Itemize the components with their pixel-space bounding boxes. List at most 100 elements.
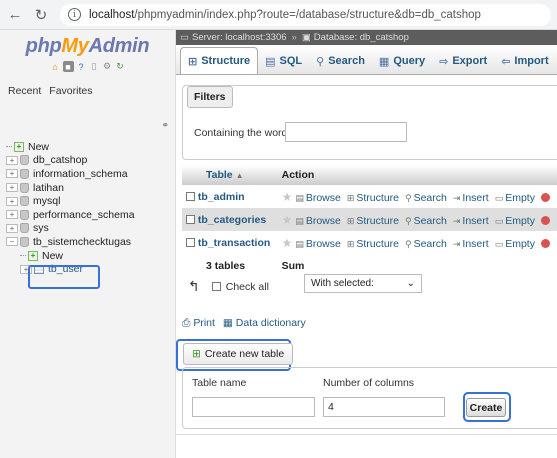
table-name-link[interactable]: tb_transaction (198, 237, 270, 249)
tab-structure[interactable]: ⊞ Structure (180, 47, 259, 74)
row-checkbox[interactable] (186, 192, 195, 202)
url-path: /phpmyadmin/index.php?route=/database/st… (134, 8, 481, 21)
tree-item[interactable]: + New (6, 249, 135, 263)
breadcrumb-separator: » (291, 32, 297, 43)
expand-icon[interactable]: + (6, 210, 18, 220)
drop-icon[interactable] (540, 239, 550, 249)
recent-favorites-tabs: Recent Favorites (6, 84, 175, 98)
filter-input[interactable] (285, 122, 407, 142)
link-with-main-icon[interactable]: ⚭ (161, 120, 169, 131)
tab-import[interactable]: ⇦ Import (494, 48, 555, 74)
drop-icon[interactable] (540, 193, 550, 203)
tree-item[interactable]: + mysql (6, 194, 135, 208)
action-search[interactable]: ⚲ Search (405, 215, 447, 227)
reload-nav-icon[interactable]: ↻ (115, 61, 126, 72)
print-link[interactable]: ⎙ Print (182, 317, 215, 330)
num-columns-input[interactable]: 4 (323, 397, 445, 417)
database-icon (20, 168, 29, 179)
tab-query[interactable]: ▦ Query (372, 48, 432, 74)
tree-item-label: performance_schema (33, 208, 135, 221)
tree-item[interactable]: + latihan (6, 181, 135, 195)
favorites-tab[interactable]: Favorites (47, 84, 94, 98)
favorite-star-icon[interactable]: ★ (282, 236, 293, 250)
action-icon: ▭ (494, 215, 504, 226)
back-arrow-icon[interactable]: ← (4, 4, 26, 26)
with-selected-dropdown[interactable]: With selected: ⌄ (304, 274, 422, 293)
tree-item[interactable]: + New (6, 140, 135, 154)
phpmyadmin-logo[interactable]: phpMyAdmin (0, 35, 175, 58)
tab-export[interactable]: ⇨ Export (432, 48, 494, 74)
action-structure[interactable]: ⊞ Structure (347, 215, 399, 227)
action-insert[interactable]: ⇥ Insert (453, 215, 489, 227)
settings-icon[interactable]: ⚙ (102, 61, 113, 72)
reload-icon[interactable]: ↻ (30, 4, 52, 26)
expand-icon[interactable]: + (6, 155, 18, 165)
row-checkbox[interactable] (186, 238, 195, 248)
site-info-icon[interactable]: i (68, 8, 81, 21)
tab-search[interactable]: ⚲ Search (309, 48, 372, 74)
action-insert[interactable]: ⇥ Insert (453, 238, 489, 250)
tree-item-label: New (42, 249, 64, 262)
row-checkbox[interactable] (186, 215, 195, 225)
tree-item[interactable]: + sys (6, 222, 135, 236)
recent-tab[interactable]: Recent (6, 84, 43, 98)
action-search[interactable]: ⚲ Search (405, 192, 447, 204)
action-structure[interactable]: ⊞ Structure (347, 192, 399, 204)
action-browse[interactable]: ▤ Browse (295, 215, 341, 227)
table-name-link[interactable]: tb_categories (198, 214, 266, 226)
address-bar[interactable]: i localhost/phpmyadmin/index.php?route=/… (60, 3, 551, 26)
action-insert[interactable]: ⇥ Insert (453, 192, 489, 204)
tree-item[interactable]: + db_catshop (6, 154, 135, 168)
expand-icon[interactable]: + (6, 196, 18, 206)
table-name-input[interactable] (192, 397, 315, 417)
home-icon[interactable]: ⌂ (50, 61, 61, 72)
tree-item-label: mysql (33, 195, 61, 208)
expand-icon[interactable]: + (6, 223, 18, 233)
tree-item[interactable]: + information_schema (6, 167, 135, 181)
breadcrumb-server[interactable]: Server: localhost:3306 (192, 32, 287, 43)
drop-icon[interactable] (540, 216, 550, 226)
new-icon: + (28, 250, 38, 261)
tab-icon: ⇨ (439, 55, 449, 68)
action-search[interactable]: ⚲ Search (405, 238, 447, 250)
database-icon (20, 236, 29, 247)
action-icon: ▤ (295, 238, 304, 249)
docs-icon[interactable]: ▯ (89, 61, 100, 72)
action-browse[interactable]: ▤ Browse (295, 192, 341, 204)
check-all-checkbox[interactable] (211, 282, 221, 291)
breadcrumb-database[interactable]: Database: db_catshop (314, 32, 409, 43)
expand-icon[interactable]: + (6, 183, 18, 193)
num-columns-label: Number of columns (323, 377, 415, 389)
action-empty[interactable]: ▭ Empty (495, 238, 535, 250)
filter-label: Containing the word: (194, 127, 291, 139)
summary-count: 3 tables (182, 254, 278, 277)
help-icon[interactable]: ? (76, 61, 87, 72)
action-icon: ⊞ (346, 192, 355, 203)
main-content: ▭ Server: localhost:3306 » ▣ Database: d… (176, 30, 557, 458)
tree-item-label: tb_sistemchecktugas (33, 235, 132, 248)
action-structure[interactable]: ⊞ Structure (347, 238, 399, 250)
highlight-new-table (28, 265, 100, 289)
action-browse[interactable]: ▤ Browse (295, 238, 341, 250)
tree-item[interactable]: + performance_schema (6, 208, 135, 222)
tree-item[interactable]: − tb_sistemchecktugas (6, 235, 135, 249)
database-icon (20, 209, 29, 220)
favorite-star-icon[interactable]: ★ (282, 190, 293, 204)
print-icon: ⎙ (182, 317, 191, 329)
expand-icon[interactable]: + (6, 169, 18, 179)
check-all-label[interactable]: Check all (226, 281, 269, 293)
tab-icon: ▦ (378, 55, 390, 68)
url-host: localhost (89, 8, 135, 21)
tab-sql[interactable]: ▤ SQL (258, 48, 309, 74)
column-header-table[interactable]: Table ▲ (182, 165, 278, 185)
action-empty[interactable]: ▭ Empty (495, 215, 535, 227)
database-icon (20, 182, 29, 193)
expand-icon[interactable]: − (6, 237, 18, 247)
main-tabs: ⊞ Structure ▤ SQL ⚲ Search ▦ Query ⇨ Export ⇦ Impor… (176, 45, 557, 75)
logout-icon[interactable]: ■ (62, 61, 74, 72)
action-empty[interactable]: ▭ Empty (495, 192, 535, 204)
favorite-star-icon[interactable]: ★ (282, 213, 293, 227)
table-name-link[interactable]: tb_admin (198, 191, 245, 203)
data-dictionary-link[interactable]: ▦ Data dictionary (223, 317, 306, 330)
tables-list: Table ▲ Action tb_admin ★ ▤ Browse ⊞ Structu… (182, 165, 557, 277)
